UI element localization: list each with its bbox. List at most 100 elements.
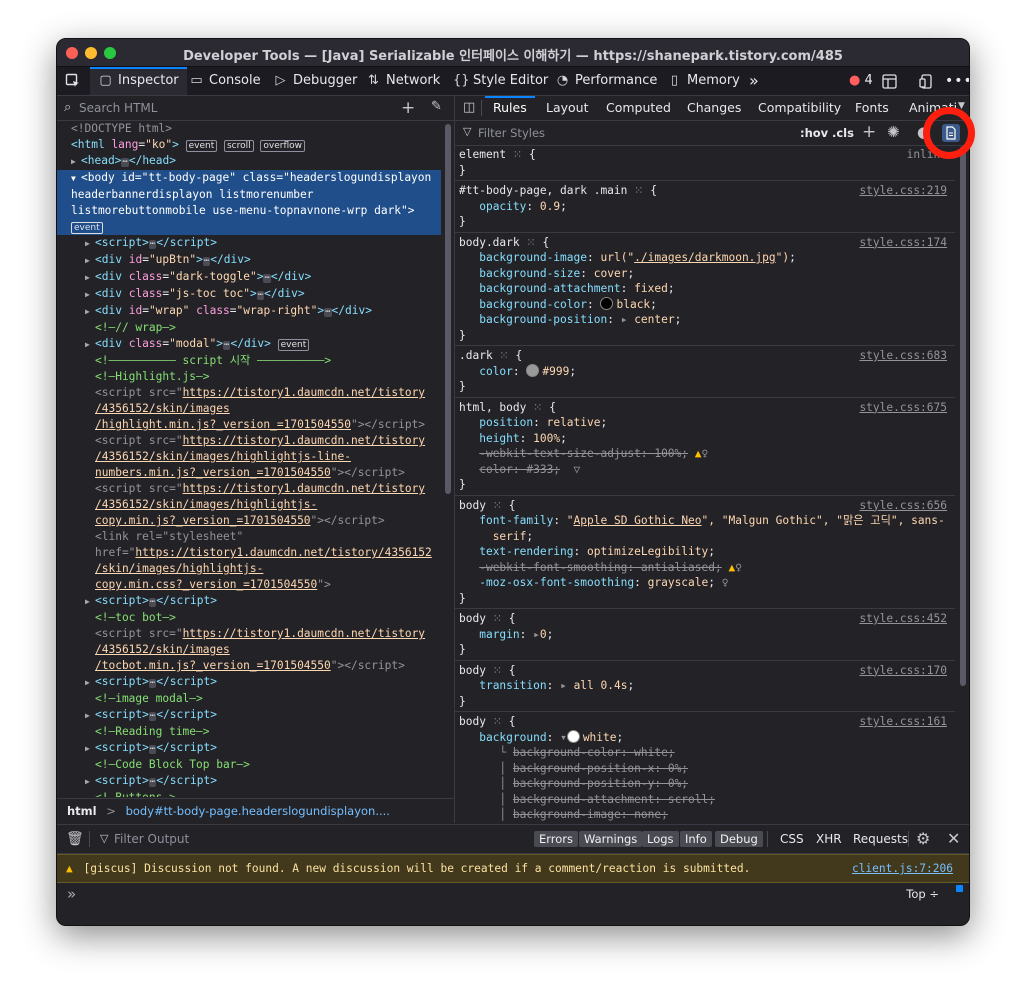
filter-logs-button[interactable]: Logs [642,831,679,847]
responsive-mode-icon[interactable] [919,67,934,95]
dock-layout-icon[interactable] [882,67,897,95]
tree-row[interactable]: /4356152/skin/images [57,642,441,658]
tree-row[interactable]: <html lang="ko"> event scroll overflow [57,137,441,153]
tree-row[interactable]: <!—// wrap—> [57,320,441,336]
pick-element-icon[interactable] [65,67,81,95]
tree-row[interactable]: <script src="https://tistory1.daumcdn.ne… [57,481,441,497]
tree-row[interactable]: /highlight.min.js?_version_=1701504550">… [57,417,441,433]
tree-row[interactable]: ▶ <div class="dark-toggle">⋯</div> [57,269,441,286]
tree-row[interactable]: <!DOCTYPE html> [57,121,441,137]
tree-row[interactable]: ▶ <div class="modal">⋯</div> event [57,336,441,353]
performance-icon: ◔ [556,73,569,88]
gear-icon[interactable]: ⚙ [916,829,930,848]
tab-fonts[interactable]: Fonts [855,96,889,120]
tab-computed[interactable]: Computed [606,96,671,120]
tree-row[interactable]: <!—toc bot—> [57,610,441,626]
toggle-split-icon[interactable]: ◫ [463,100,475,115]
tree-row[interactable]: /skin/images/highlightjs- [57,561,441,577]
warning-source-link[interactable]: client.js:7:206 [852,855,953,882]
light-scheme-icon[interactable]: ✺ [887,123,900,141]
class-toggle[interactable]: .cls [832,126,854,140]
filter-styles-input[interactable]: Filter Styles [478,126,545,140]
eyedropper-icon[interactable]: ✎ [431,99,442,114]
css-rule[interactable]: .dark ⁙ {style.css:683 color: #999; } [455,346,955,398]
html-search-bar[interactable]: ⌕ Search HTML + ✎ [57,96,454,121]
tree-row[interactable]: <script src="https://tistory1.daumcdn.ne… [57,626,441,642]
tree-row[interactable]: <!—Highlight.js—> [57,369,441,385]
tree-row[interactable]: /tocbot.min.js?_version_=1701504550"></s… [57,658,441,674]
tree-row-selected[interactable]: ▼ <body id="tt-body-page" class="headersl… [57,170,441,187]
filter-requests-button[interactable]: Requests [853,832,908,846]
breadcrumb-root[interactable]: html [67,804,97,818]
tree-row[interactable]: href="https://tistory1.daumcdn.net/tisto… [57,545,441,561]
tree-row-selected[interactable]: event [57,219,441,235]
hover-pseudo-toggle[interactable]: :hov [800,126,828,140]
filter-debug-button[interactable]: Debug [715,831,763,847]
filter-css-button[interactable]: CSS [780,832,804,846]
error-count-badge[interactable]: ● 4 [849,67,873,95]
tab-style-editor[interactable]: {} Style Editor [453,67,548,95]
tree-row[interactable]: ▶ <script>⋯</script> [57,740,441,757]
add-rule-icon[interactable]: + [862,122,876,142]
tree-row[interactable]: <script src="https://tistory1.daumcdn.ne… [57,433,441,449]
css-rule[interactable]: body ⁙ {style.css:161 background: ▾ white… [455,712,955,823]
tree-row[interactable]: ▶ <div id="upBtn">⋯</div> [57,252,441,269]
tree-row[interactable]: copy.min.css?_version_=1701504550"> [57,577,441,593]
filter-output-input[interactable]: Filter Output [114,832,189,846]
tab-layout[interactable]: Layout [546,96,589,120]
tree-row[interactable]: <!—image modal—> [57,691,441,707]
close-icon[interactable]: ✕ [947,829,960,848]
tab-rules[interactable]: Rules [485,96,535,120]
trash-icon[interactable]: 🗑 [66,831,84,847]
more-tools-button[interactable]: » [749,67,759,95]
css-rule[interactable]: body ⁙ {style.css:170 transition: ▸ all … [455,661,955,712]
css-rule[interactable]: #tt-body-page, dark .main ⁙ {style.css:2… [455,181,955,233]
tab-performance[interactable]: ◔ Performance [555,67,658,95]
tree-row[interactable]: ▶ <script>⋯</script> [57,674,441,691]
add-node-icon[interactable]: + [401,98,415,118]
css-rule[interactable]: body.dark ⁙ {style.css:174 background-im… [455,233,955,346]
tree-row[interactable]: ▶ <div id="wrap" class="wrap-right">⋯</di… [57,303,441,320]
tree-row-selected[interactable]: listmorebuttonmobile use-menu-topnavnone… [57,203,441,219]
filter-xhr-button[interactable]: XHR [816,832,842,846]
tab-network[interactable]: ⇅ Network [366,67,440,95]
css-rule[interactable]: body ⁙ {style.css:452 margin: ▸0; } [455,609,955,661]
markup-scrollbar[interactable] [445,124,451,494]
tree-row-selected[interactable]: headerbannerdisplayon listmorenumber [57,187,441,203]
tab-compatibility[interactable]: Compatibility [758,96,841,120]
tab-memory[interactable]: ▯ Memory [667,67,740,95]
tree-row[interactable]: ▶ <script>⋯</script> [57,707,441,724]
tree-row[interactable]: <!—Buttons—> [57,790,441,797]
rules-scrollbar[interactable] [960,146,966,686]
html-search-input[interactable]: Search HTML [79,101,157,115]
tree-row[interactable]: ▶ <script>⋯</script> [57,235,441,252]
context-selector[interactable]: Top ÷ [906,887,939,901]
tab-inspector[interactable]: ▢ Inspector [90,67,187,95]
filter-warnings-button[interactable]: Warnings [579,831,643,847]
console-input[interactable] [182,887,832,903]
tree-row[interactable]: <!—Code Block Top bar—> [57,757,441,773]
tree-row[interactable]: ▶ <div class="js-toc toc">⋯</div> [57,286,441,303]
tree-row[interactable]: <script src="https://tistory1.daumcdn.ne… [57,385,441,401]
tree-row[interactable]: /4356152/skin/images/highlightjs-line- [57,449,441,465]
tree-row[interactable]: ▶ <script>⋯</script> [57,593,441,610]
tab-debugger[interactable]: ▷ Debugger [273,67,358,95]
tree-row[interactable]: ▶ <head>⋯</head> [57,153,441,170]
css-rule[interactable]: element ⁙ {inline } [455,145,955,181]
tree-row[interactable]: <!—————————— script 시작 ——————————> [57,353,441,369]
css-rule[interactable]: body ⁙ {style.css:656 font-family: "Appl… [455,496,955,609]
overflow-menu-icon[interactable]: ••• [945,67,969,95]
filter-info-button[interactable]: Info [680,831,712,847]
css-rule[interactable]: html, body ⁙ {style.css:675 position: re… [455,398,955,496]
tab-console[interactable]: ▭ Console [189,67,260,95]
tree-row[interactable]: <!—Reading time—> [57,724,441,740]
tree-row[interactable]: /4356152/skin/images [57,401,441,417]
tree-row[interactable]: /4356152/skin/images/highlightjs- [57,497,441,513]
filter-errors-button[interactable]: Errors [534,831,579,847]
tree-row[interactable]: numbers.min.js?_version_=1701504550"></s… [57,465,441,481]
tab-changes[interactable]: Changes [687,96,741,120]
tree-row[interactable]: ▶ <script>⋯</script> [57,773,441,790]
breadcrumb-current[interactable]: body#tt-body-page.headerslogundisplayon.… [126,804,390,818]
tree-row[interactable]: copy.min.js?_version_=1701504550"></scri… [57,513,441,529]
tree-row[interactable]: <link rel="stylesheet" [57,529,441,545]
